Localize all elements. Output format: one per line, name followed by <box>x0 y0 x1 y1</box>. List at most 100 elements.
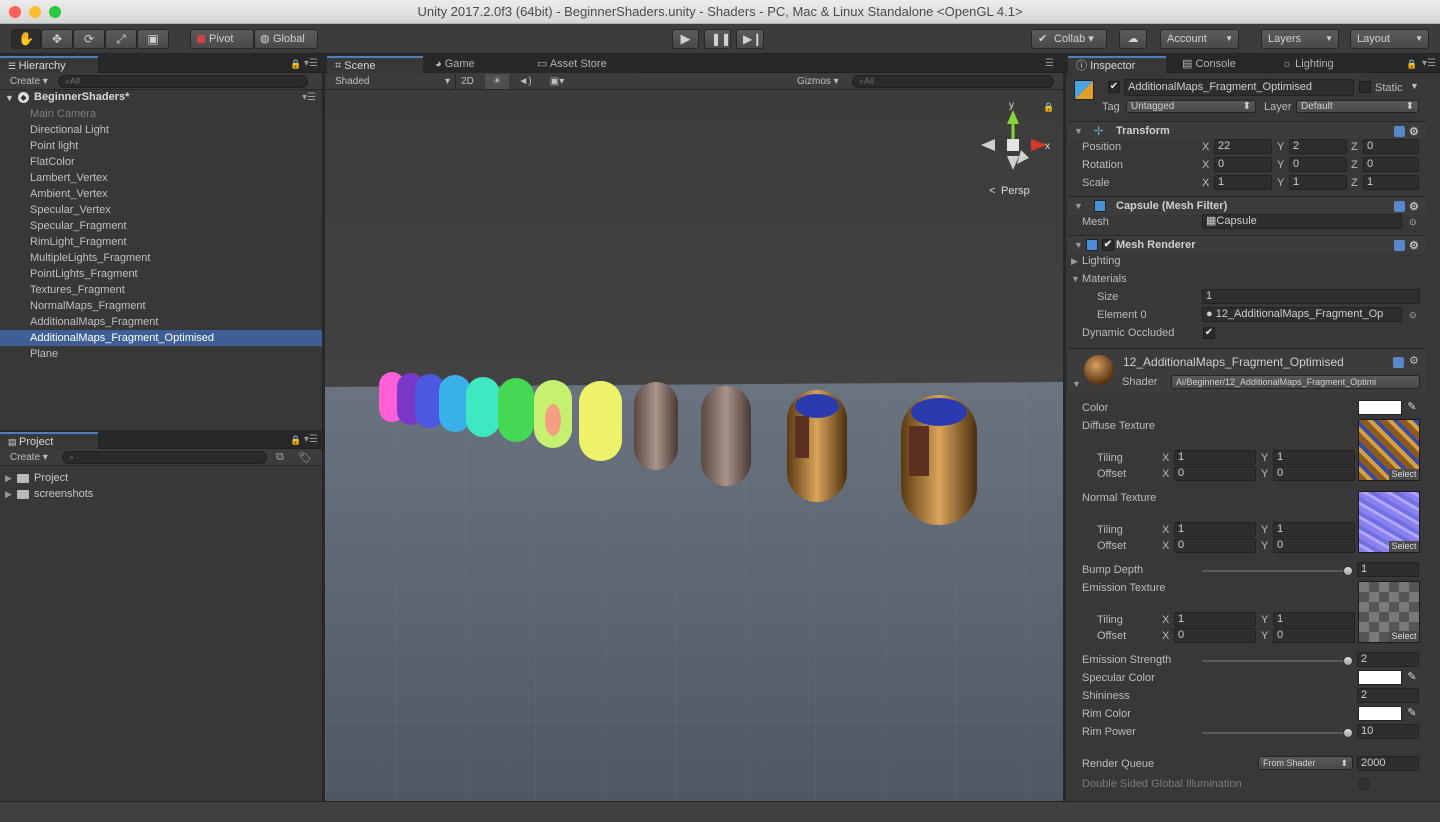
transform-header[interactable]: ▼ ⊹ Transform ⚙ <box>1068 121 1426 140</box>
emission-offset-x-field[interactable]: 0 <box>1174 628 1256 643</box>
select-button[interactable]: Select <box>1389 469 1419 480</box>
rim-power-knob[interactable] <box>1343 728 1353 738</box>
transform-x-field[interactable]: 1 <box>1214 175 1272 190</box>
rect-tool-icon[interactable]: ▣ <box>137 29 169 49</box>
step-button[interactable]: ▶❙ <box>736 29 764 49</box>
global-toggle[interactable]: ◍ Global <box>254 29 318 49</box>
hierarchy-item[interactable]: Textures_Fragment <box>0 282 322 298</box>
dynamic-occluded-checkbox[interactable]: ✔ <box>1203 327 1215 339</box>
specular-color-swatch[interactable] <box>1358 670 1402 685</box>
lighting-foldout[interactable]: Lighting <box>1082 254 1121 268</box>
eyedropper-icon[interactable]: ✎ <box>1405 706 1419 720</box>
hierarchy-item[interactable]: AdditionalMaps_Fragment_Optimised <box>0 330 322 346</box>
tab-scene[interactable]: ⌗ Scene <box>327 56 423 73</box>
hierarchy-item[interactable]: Specular_Vertex <box>0 202 322 218</box>
shader-dropdown[interactable]: Ai/Beginner/12_AdditionalMaps_Fragment_O… <box>1171 375 1420 389</box>
shading-dropdown[interactable]: Shaded ▾ <box>335 74 450 89</box>
transform-z-field[interactable]: 1 <box>1363 175 1419 190</box>
project-search-input[interactable]: ⌕ <box>62 451 267 464</box>
lock-icon[interactable]: 🔒 <box>1406 59 1417 70</box>
diffuse-offset-x-field[interactable]: 0 <box>1174 466 1256 481</box>
mesh-renderer-header[interactable]: ▼ ✔ Mesh Renderer ⚙ <box>1068 235 1426 254</box>
emission-strength-field[interactable]: 2 <box>1357 652 1419 667</box>
help-book-icon[interactable] <box>1394 201 1405 212</box>
capsule-textures-fragment[interactable] <box>634 382 678 470</box>
bump-depth-knob[interactable] <box>1343 566 1353 576</box>
create-dropdown[interactable]: Create ▾ <box>10 74 48 89</box>
panel-menu-icon[interactable]: ☰ <box>1045 58 1054 69</box>
tab-lighting[interactable]: ☼ Lighting <box>1274 56 1370 73</box>
tab-project[interactable]: ▤ Project <box>0 432 98 449</box>
tab-inspector[interactable]: ⓘ Inspector <box>1068 56 1166 73</box>
transform-z-field[interactable]: 0 <box>1363 139 1419 154</box>
emission-offset-y-field[interactable]: 0 <box>1273 628 1355 643</box>
hierarchy-item[interactable]: MultipleLights_Fragment <box>0 250 322 266</box>
select-button[interactable]: Select <box>1389 541 1419 552</box>
select-button[interactable]: Select <box>1389 631 1419 642</box>
layout-dropdown[interactable]: Layout ▼ <box>1350 29 1429 49</box>
normal-tiling-y-field[interactable]: 1 <box>1273 522 1355 537</box>
expand-triangle-icon[interactable]: ▶ <box>5 473 12 484</box>
close-window-icon[interactable] <box>9 6 21 18</box>
hierarchy-item[interactable]: FlatColor <box>0 154 322 170</box>
diffuse-texture-slot[interactable]: Select <box>1358 419 1420 481</box>
render-queue-field[interactable]: 2000 <box>1357 756 1419 771</box>
scene-viewport[interactable]: y x < Persp 🔒 <box>325 90 1063 801</box>
audio-toggle-icon[interactable]: ◄) <box>513 74 537 89</box>
eyedropper-icon[interactable]: ✎ <box>1405 400 1419 414</box>
hierarchy-item[interactable]: AdditionalMaps_Fragment <box>0 314 322 330</box>
help-book-icon[interactable] <box>1393 357 1404 368</box>
bump-depth-slider[interactable] <box>1202 570 1350 572</box>
tab-hierarchy[interactable]: ☰ Hierarchy <box>0 56 98 73</box>
scene-root-row[interactable]: ▼ ◆ BeginnerShaders* ▾☰ <box>0 90 322 106</box>
bump-depth-field[interactable]: 1 <box>1357 562 1419 577</box>
emission-tiling-y-field[interactable]: 1 <box>1273 612 1355 627</box>
expand-triangle-icon[interactable]: ▶ <box>5 489 12 500</box>
collapse-triangle-icon[interactable]: ▼ <box>1072 379 1081 389</box>
object-name-field[interactable]: AdditionalMaps_Fragment_Optimised <box>1124 79 1354 96</box>
eyedropper-icon[interactable]: ✎ <box>1405 670 1419 684</box>
emission-tiling-x-field[interactable]: 1 <box>1174 612 1256 627</box>
zoom-window-icon[interactable] <box>49 6 61 18</box>
effects-toggle-icon[interactable]: ▣▾ <box>543 74 571 89</box>
lock-icon[interactable]: 🔒 <box>290 59 301 70</box>
hierarchy-search-input[interactable]: ⌕All <box>58 75 308 88</box>
color-swatch[interactable] <box>1358 400 1402 415</box>
mesh-filter-header[interactable]: ▼ Capsule (Mesh Filter) ⚙ <box>1068 196 1426 215</box>
transform-x-field[interactable]: 0 <box>1214 157 1272 172</box>
transform-y-field[interactable]: 2 <box>1289 139 1347 154</box>
panel-menu-icon[interactable]: ▾☰ <box>1422 58 1436 69</box>
gear-icon[interactable]: ⚙ <box>1409 237 1419 255</box>
normal-offset-x-field[interactable]: 0 <box>1174 538 1256 553</box>
mesh-renderer-enabled-checkbox[interactable]: ✔ <box>1102 239 1114 251</box>
expand-triangle-icon[interactable]: ▼ <box>5 93 14 103</box>
shininess-field[interactable]: 2 <box>1357 688 1419 703</box>
materials-foldout[interactable]: Materials <box>1082 272 1127 286</box>
capsule-normalmaps-fragment[interactable] <box>701 386 751 486</box>
tab-console[interactable]: ▤ Console <box>1174 56 1264 73</box>
pivot-toggle[interactable]: Pivot <box>190 29 254 49</box>
expand-triangle-icon[interactable]: ▶ <box>1071 256 1078 267</box>
persp-label-icon[interactable]: < <box>989 185 995 197</box>
render-queue-dropdown[interactable]: From Shader ⬍ <box>1258 756 1353 770</box>
panel-menu-icon[interactable]: ▾☰ <box>304 434 318 445</box>
scene-search-input[interactable]: ⌕All <box>852 75 1054 88</box>
folder-row-project[interactable]: ▶ Project <box>0 471 322 487</box>
rim-color-swatch[interactable] <box>1358 706 1402 721</box>
transform-y-field[interactable]: 1 <box>1289 175 1347 190</box>
diffuse-tiling-y-field[interactable]: 1 <box>1273 450 1355 465</box>
lock-icon[interactable]: 🔒 <box>290 435 301 446</box>
normal-texture-slot[interactable]: Select <box>1358 491 1420 553</box>
emission-strength-knob[interactable] <box>1343 656 1353 666</box>
collab-dropdown[interactable]: ✔ Collab ▾ <box>1031 29 1107 49</box>
scene-lighting-toggle-icon[interactable]: ☀ <box>485 74 509 89</box>
lock-icon[interactable]: 🔒 <box>1043 102 1054 112</box>
transform-z-field[interactable]: 0 <box>1363 157 1419 172</box>
filter-type-icon[interactable]: ⧉ <box>276 451 284 464</box>
material-header[interactable]: ▼ 12_AdditionalMaps_Fragment_Optimised S… <box>1068 348 1426 392</box>
hierarchy-item[interactable]: NormalMaps_Fragment <box>0 298 322 314</box>
move-tool-icon[interactable]: ✥ <box>41 29 73 49</box>
normal-offset-y-field[interactable]: 0 <box>1273 538 1355 553</box>
hand-tool-icon[interactable]: ✋ <box>11 29 41 49</box>
help-book-icon[interactable] <box>1394 126 1405 137</box>
